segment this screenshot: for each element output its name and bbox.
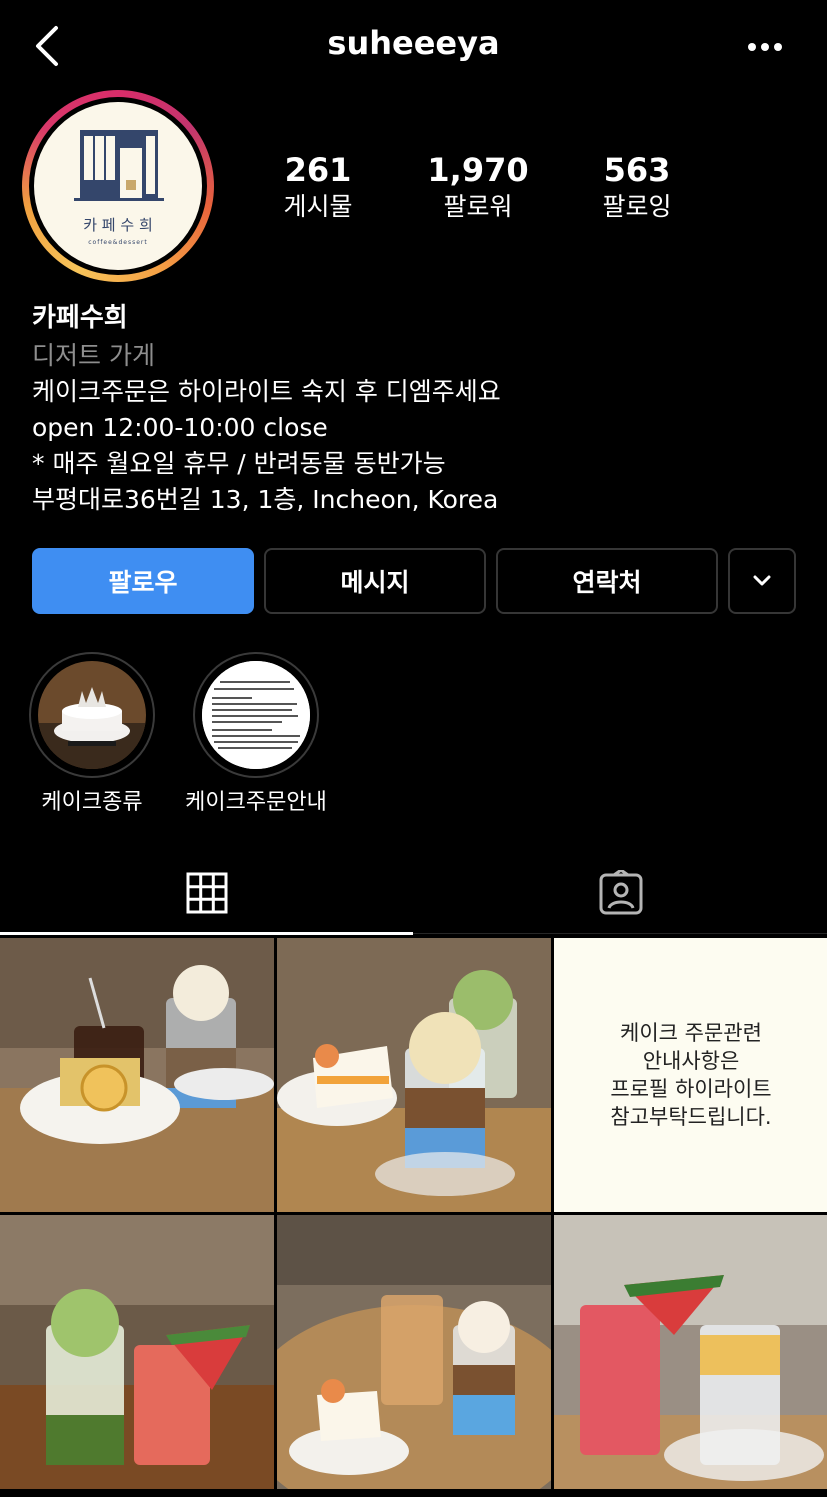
notice-line: 프로필 하이라이트 (610, 1077, 772, 1101)
tab-divider (413, 933, 827, 934)
cafe-logo: 카 페 수 희 coffee&dessert (74, 130, 164, 246)
posts-label: 게시물 (283, 192, 353, 221)
notice-line: 케이크 주문관련 (620, 1021, 762, 1045)
bio-line: * 매주 월요일 휴무 / 반려동물 동반가능 (32, 449, 446, 478)
post-thumbnail[interactable] (277, 938, 551, 1212)
bio-line: open 12:00-10:00 close (32, 413, 328, 442)
highlight-label: 케이크종류 (41, 790, 143, 815)
notice-post[interactable]: 케이크 주문관련 안내사항은 프로필 하이라이트 참고부탁드립니다. (554, 938, 827, 1212)
followers-label: 팔로워 (443, 192, 513, 221)
follow-button[interactable]: 팔로우 (32, 548, 254, 614)
post-thumbnail[interactable] (277, 1215, 551, 1489)
highlight-label: 케이크주문안내 (185, 790, 327, 815)
tagged-person-icon[interactable] (598, 870, 644, 916)
followers-count: 1,970 (427, 151, 529, 189)
followers-stat[interactable]: 1,970 팔로워 (418, 150, 538, 224)
highlight-order-info[interactable] (193, 652, 319, 778)
grid-icon[interactable] (186, 872, 228, 914)
profile-avatar[interactable]: 카 페 수 희 coffee&dessert (34, 102, 202, 270)
following-count: 563 (603, 151, 671, 189)
post-thumbnail[interactable] (0, 1215, 274, 1489)
contact-button[interactable]: 연락처 (496, 548, 718, 614)
highlight-notice-thumbnail (202, 661, 310, 769)
profile-name: 카페수희 (32, 303, 128, 333)
suggested-dropdown-button[interactable] (728, 548, 796, 614)
message-button[interactable]: 메시지 (264, 548, 486, 614)
following-label: 팔로잉 (602, 192, 672, 221)
highlight-cake-thumbnail (38, 661, 146, 769)
bio-line: 케이크주문은 하이라이트 숙지 후 디엠주세요 (32, 377, 501, 406)
more-options-icon[interactable] (740, 30, 790, 64)
posts-count: 261 (284, 151, 352, 189)
post-thumbnail[interactable] (554, 1215, 827, 1489)
highlight-cake-types[interactable] (29, 652, 155, 778)
active-tab-indicator (0, 932, 413, 935)
profile-category: 디저트 가게 (32, 341, 155, 370)
username-title: suheeeya (327, 24, 500, 62)
logo-subtext: coffee&dessert (88, 239, 148, 246)
posts-stat[interactable]: 261 게시물 (258, 150, 378, 224)
post-thumbnail[interactable] (0, 938, 274, 1212)
following-stat[interactable]: 563 팔로잉 (577, 150, 697, 224)
chevron-down-icon (753, 575, 771, 586)
bio-address[interactable]: 부평대로36번길 13, 1층, Incheon, Korea (32, 482, 498, 518)
logo-text: 카 페 수 희 (83, 216, 153, 234)
notice-line: 참고부탁드립니다. (610, 1105, 772, 1129)
notice-line: 안내사항은 (642, 1049, 740, 1073)
